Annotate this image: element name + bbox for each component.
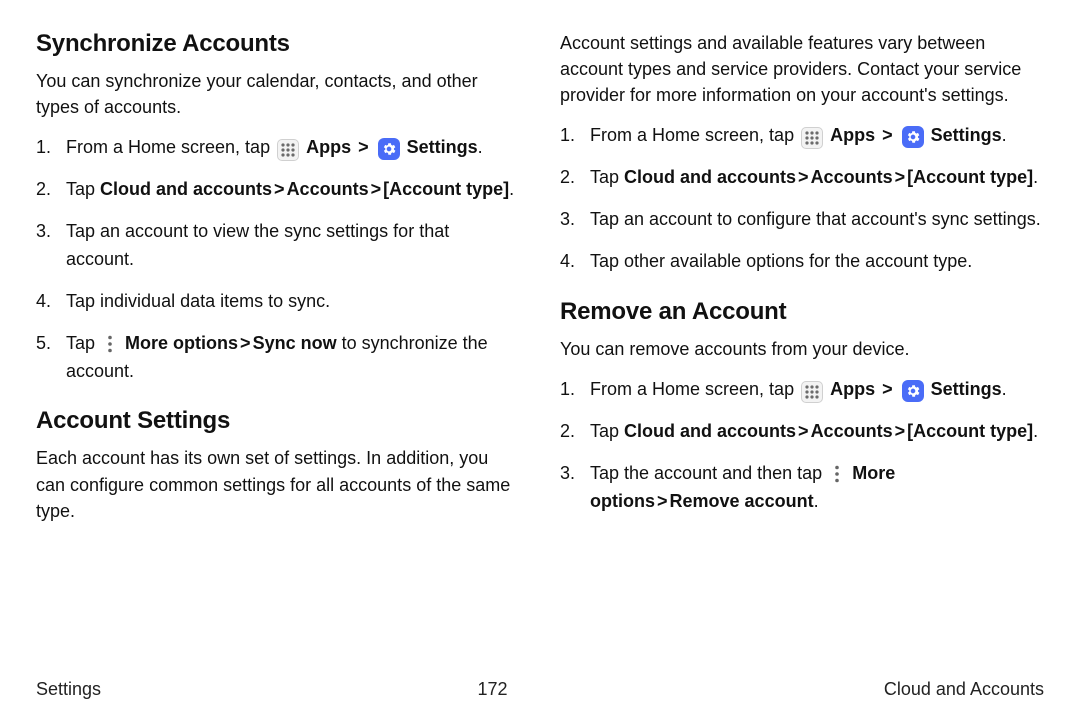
period: . [1002,379,1007,399]
bold-text: Accounts [811,421,893,441]
heading-synchronize-accounts: Synchronize Accounts [36,30,520,58]
list-item: Tap an account to view the sync settings… [36,218,520,274]
chevron-icon: > [655,491,670,511]
step-text: From a Home screen, tap [66,137,275,157]
chevron-icon: > [796,421,811,441]
steps-remove: From a Home screen, tap Apps > Settings.… [560,376,1044,516]
chevron-icon: > [893,167,908,187]
step-text: Tap [66,333,100,353]
chevron-icon: > [796,167,811,187]
chevron-icon: > [880,125,895,145]
chevron-icon: > [356,137,371,157]
steps-synchronize: From a Home screen, tap Apps > Settings.… [36,134,520,385]
apps-icon [801,127,823,149]
settings-label: Settings [931,125,1002,145]
chevron-icon: > [272,179,287,199]
list-item: Tap an account to configure that account… [560,206,1044,234]
intro-synchronize: You can synchronize your calendar, conta… [36,68,520,120]
period: . [1033,167,1038,187]
bold-text: Accounts [811,167,893,187]
step-text: From a Home screen, tap [590,379,799,399]
list-item: From a Home screen, tap Apps > Settings. [560,376,1044,404]
bold-text: Cloud and accounts [624,421,796,441]
step-text: From a Home screen, tap [590,125,799,145]
intro-remove: You can remove accounts from your device… [560,336,1044,362]
list-item: Tap Cloud and accounts>Accounts>[Account… [36,176,520,204]
bold-text: Cloud and accounts [624,167,796,187]
apps-label: Apps [306,137,351,157]
page-columns: Synchronize Accounts You can synchronize… [36,30,1044,538]
left-column: Synchronize Accounts You can synchronize… [36,30,520,538]
period: . [509,179,514,199]
chevron-icon: > [880,379,895,399]
list-item: From a Home screen, tap Apps > Settings. [560,122,1044,150]
gear-icon [378,138,400,160]
footer-left: Settings [36,679,101,700]
step-text: Tap other available options for the acco… [590,251,972,271]
apps-label: Apps [830,379,875,399]
step-text: Tap the account and then tap [590,463,827,483]
bold-text: Cloud and accounts [100,179,272,199]
page-footer: Settings 172 Cloud and Accounts [36,679,1044,700]
step-text: Tap [590,421,624,441]
apps-label: Apps [830,125,875,145]
list-item: Tap More options>Sync now to synchronize… [36,330,520,386]
list-item: Tap other available options for the acco… [560,248,1044,276]
chevron-icon: > [893,421,908,441]
period: . [478,137,483,157]
right-column: Account settings and available features … [560,30,1044,538]
step-text: Tap an account to view the sync settings… [66,221,449,269]
gear-icon [902,380,924,402]
period: . [814,491,819,511]
apps-icon [277,139,299,161]
chevron-icon: > [369,179,384,199]
bold-text: Remove account [670,491,814,511]
step-text: Tap [66,179,100,199]
footer-right: Cloud and Accounts [884,679,1044,700]
bold-text: [Account type] [383,179,509,199]
step-text: Tap an account to configure that account… [590,209,1041,229]
period: . [1002,125,1007,145]
period: . [1033,421,1038,441]
step-text: Tap individual data items to sync. [66,291,330,311]
chevron-icon: > [238,333,253,353]
list-item: From a Home screen, tap Apps > Settings. [36,134,520,162]
footer-page-number: 172 [477,679,507,700]
list-item: Tap individual data items to sync. [36,288,520,316]
steps-account-settings: From a Home screen, tap Apps > Settings.… [560,122,1044,276]
gear-icon [902,126,924,148]
bold-text: [Account type] [907,421,1033,441]
list-item: Tap the account and then tap More option… [560,460,1044,516]
settings-label: Settings [931,379,1002,399]
bold-text: Sync now [253,333,337,353]
intro-account-settings: Each account has its own set of settings… [36,445,520,523]
settings-label: Settings [407,137,478,157]
step-text: Tap [590,167,624,187]
apps-icon [801,381,823,403]
bold-text: [Account type] [907,167,1033,187]
intro-right: Account settings and available features … [560,30,1044,108]
heading-account-settings: Account Settings [36,407,520,435]
bold-text: More options [125,333,238,353]
more-options-icon [102,333,118,355]
more-options-icon [829,463,845,485]
list-item: Tap Cloud and accounts>Accounts>[Account… [560,164,1044,192]
heading-remove-account: Remove an Account [560,298,1044,326]
list-item: Tap Cloud and accounts>Accounts>[Account… [560,418,1044,446]
bold-text: Accounts [287,179,369,199]
